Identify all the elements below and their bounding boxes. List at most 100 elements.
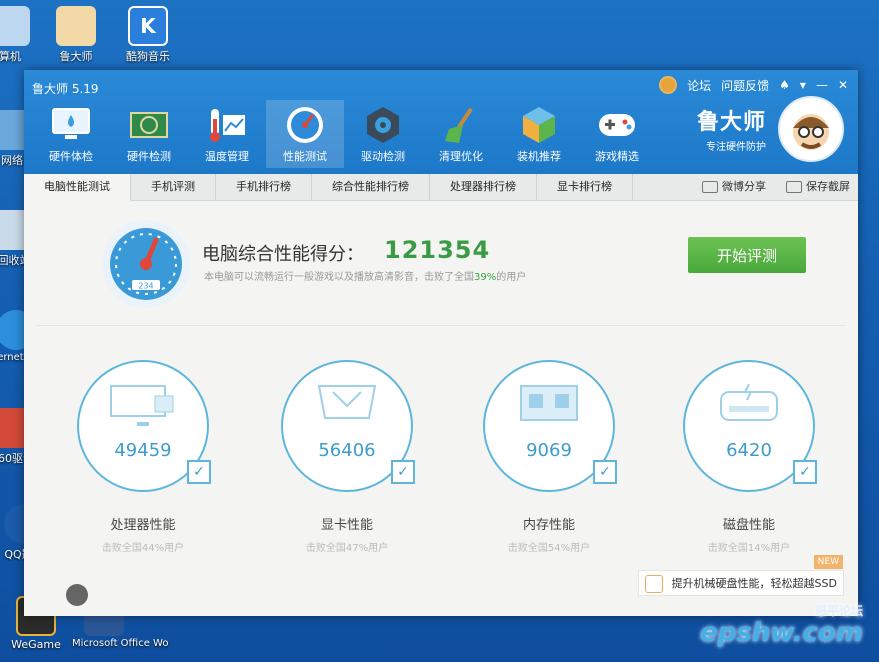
monitor-icon bbox=[50, 104, 92, 146]
nav-label: 温度管理 bbox=[205, 150, 249, 163]
save-screenshot-label: 保存截屏 bbox=[806, 180, 850, 193]
memory-label: 内存性能 bbox=[522, 518, 575, 533]
desktop-icon-label: 酷狗音乐 bbox=[126, 50, 170, 63]
weibo-share-button[interactable]: 微博分享 bbox=[702, 174, 766, 200]
desktop-icon-label: 鲁大师 bbox=[59, 50, 93, 63]
cpu-icon bbox=[110, 385, 174, 426]
disk-label: 磁盘性能 bbox=[722, 518, 775, 533]
speedometer-icon: 234 bbox=[110, 228, 182, 300]
gamepad-icon bbox=[596, 104, 638, 146]
watermark-sub: 恩平论坛 bbox=[814, 604, 863, 618]
score-desc-percent: 39% bbox=[474, 272, 497, 283]
check-icon: ✓ bbox=[391, 460, 415, 484]
nav-games[interactable]: 游戏精选 bbox=[578, 100, 656, 168]
nav-label: 硬件检测 bbox=[127, 150, 171, 163]
cpu-score: 49459 bbox=[114, 440, 172, 461]
check-icon: ✓ bbox=[793, 460, 817, 484]
brand-name: 鲁大师 bbox=[696, 110, 766, 135]
desktop-icon-label: Microsoft Office Wo bbox=[72, 638, 169, 649]
nav-hardware-detect[interactable]: 硬件检测 bbox=[110, 100, 188, 168]
save-screenshot-button[interactable]: 保存截屏 bbox=[786, 174, 850, 200]
forum-link[interactable]: 论坛 bbox=[687, 77, 711, 94]
title-bar: 鲁大师 5.19 论坛 问题反馈 ♠ ▾ — ✕ 硬件体检 硬件检测 温度管理 … bbox=[24, 70, 858, 174]
weibo-share-label: 微博分享 bbox=[722, 180, 766, 193]
minimize-icon[interactable]: — bbox=[816, 78, 828, 92]
cpu-ring: 49459 ✓ bbox=[77, 360, 211, 492]
medal-icon[interactable] bbox=[659, 76, 678, 94]
tab-pc-test[interactable]: 电脑性能测试 bbox=[24, 173, 131, 201]
gear-icon bbox=[362, 104, 404, 146]
feedback-link[interactable]: 问题反馈 bbox=[721, 77, 769, 94]
cube-icon bbox=[518, 104, 560, 146]
nav-label: 硬件体检 bbox=[49, 150, 93, 163]
gpu-card[interactable]: 56406 ✓ 显卡性能 击败全国47%用户 bbox=[272, 360, 422, 554]
nav-hardware-check[interactable]: 硬件体检 bbox=[32, 100, 110, 168]
disk-ring: 6420 ✓ bbox=[683, 360, 817, 492]
tab-cpu-ranking[interactable]: 处理器排行榜 bbox=[430, 174, 537, 200]
promo-text: 提升机械硬盘性能，轻松超越SSD bbox=[671, 577, 837, 590]
weibo-icon bbox=[702, 181, 718, 193]
close-icon[interactable]: ✕ bbox=[838, 78, 848, 92]
new-badge: NEW bbox=[813, 555, 843, 569]
nav-cleanup[interactable]: 清理优化 bbox=[422, 100, 500, 168]
memory-icon bbox=[520, 385, 578, 421]
brand-slogan: 专注硬件防护 bbox=[706, 142, 766, 153]
desktop-icon-kugou[interactable]: K 酷狗音乐 bbox=[116, 6, 180, 64]
desktop-icon-computer[interactable]: 算机 bbox=[0, 6, 42, 64]
avatar[interactable] bbox=[778, 96, 844, 162]
desktop-icon-label: 算机 bbox=[0, 50, 21, 63]
cpu-card[interactable]: 49459 ✓ 处理器性能 击败全国44%用户 bbox=[68, 360, 218, 554]
gpu-ring: 56406 ✓ bbox=[281, 360, 415, 492]
ludashi-window: 鲁大师 5.19 论坛 问题反馈 ♠ ▾ — ✕ 硬件体检 硬件检测 温度管理 … bbox=[24, 70, 858, 616]
memory-card[interactable]: 9069 ✓ 内存性能 击败全国54%用户 bbox=[474, 360, 624, 554]
score-desc-prefix: 本电脑可以流畅运行一般游戏以及播放高清影音，击败了全国 bbox=[204, 272, 474, 283]
gpu-score: 56406 bbox=[318, 440, 376, 461]
memory-ring: 9069 ✓ bbox=[483, 360, 617, 492]
disk-score: 6420 bbox=[726, 440, 772, 461]
score-description: 本电脑可以流畅运行一般游戏以及播放高清影音，击败了全国39%的用户 bbox=[204, 268, 526, 283]
helper-icon[interactable] bbox=[66, 584, 88, 606]
app-title: 鲁大师 5.19 bbox=[32, 82, 99, 96]
disk-card[interactable]: 6420 ✓ 磁盘性能 击败全国14%用户 bbox=[674, 360, 824, 554]
divider bbox=[36, 325, 846, 326]
start-test-button[interactable]: 开始评测 bbox=[688, 237, 806, 273]
computer-icon bbox=[0, 6, 30, 46]
watermark-main: epshw.com bbox=[700, 618, 863, 648]
check-icon: ✓ bbox=[187, 460, 211, 484]
gpu-icon bbox=[317, 385, 377, 419]
score-title: 电脑综合性能得分： bbox=[202, 244, 364, 265]
thermometer-icon bbox=[206, 104, 248, 146]
nav-temperature[interactable]: 温度管理 bbox=[188, 100, 266, 168]
title-bar-controls: 论坛 问题反馈 ♠ ▾ — ✕ bbox=[659, 76, 848, 94]
nav-label: 驱动检测 bbox=[361, 150, 405, 163]
desktop-icon-label: WeGame bbox=[11, 638, 61, 651]
promo-icon bbox=[645, 575, 663, 593]
nav-label: 装机推荐 bbox=[517, 150, 561, 163]
score-desc-suffix: 的用户 bbox=[496, 272, 527, 283]
ssd-promo[interactable]: NEW 提升机械硬盘性能，轻松超越SSD bbox=[638, 555, 844, 596]
cpu-label: 处理器性能 bbox=[110, 518, 176, 533]
nav-performance-test[interactable]: 性能测试 bbox=[266, 100, 344, 168]
score-value: 121354 bbox=[384, 236, 491, 264]
tab-phone-ranking[interactable]: 手机排行榜 bbox=[216, 174, 312, 200]
nav-build-recommend[interactable]: 装机推荐 bbox=[500, 100, 578, 168]
menu-icon[interactable]: ▾ bbox=[800, 78, 806, 92]
gauge-readout: 234 bbox=[138, 282, 153, 291]
disk-icon bbox=[720, 383, 778, 421]
nav-driver-detect[interactable]: 驱动检测 bbox=[344, 100, 422, 168]
tab-tools: 微博分享 保存截屏 bbox=[702, 174, 850, 200]
kugou-icon: K bbox=[128, 6, 168, 46]
broom-icon bbox=[440, 104, 482, 146]
memory-score: 9069 bbox=[526, 440, 572, 461]
site-watermark: 恩平论坛 epshw.com bbox=[700, 604, 863, 648]
chip-icon bbox=[128, 104, 170, 146]
nav-label: 游戏精选 bbox=[595, 150, 639, 163]
cpu-beat-text: 击败全国44%用户 bbox=[101, 543, 185, 554]
disk-beat-text: 击败全国14%用户 bbox=[707, 543, 791, 554]
tab-gpu-ranking[interactable]: 显卡排行榜 bbox=[537, 174, 633, 200]
tab-phone-review[interactable]: 手机评测 bbox=[131, 174, 216, 200]
camera-icon bbox=[786, 181, 802, 193]
skin-icon[interactable]: ♠ bbox=[779, 78, 790, 92]
tab-overall-ranking[interactable]: 综合性能排行榜 bbox=[312, 174, 430, 200]
desktop-icon-ludashi[interactable]: 鲁大师 bbox=[44, 6, 108, 64]
